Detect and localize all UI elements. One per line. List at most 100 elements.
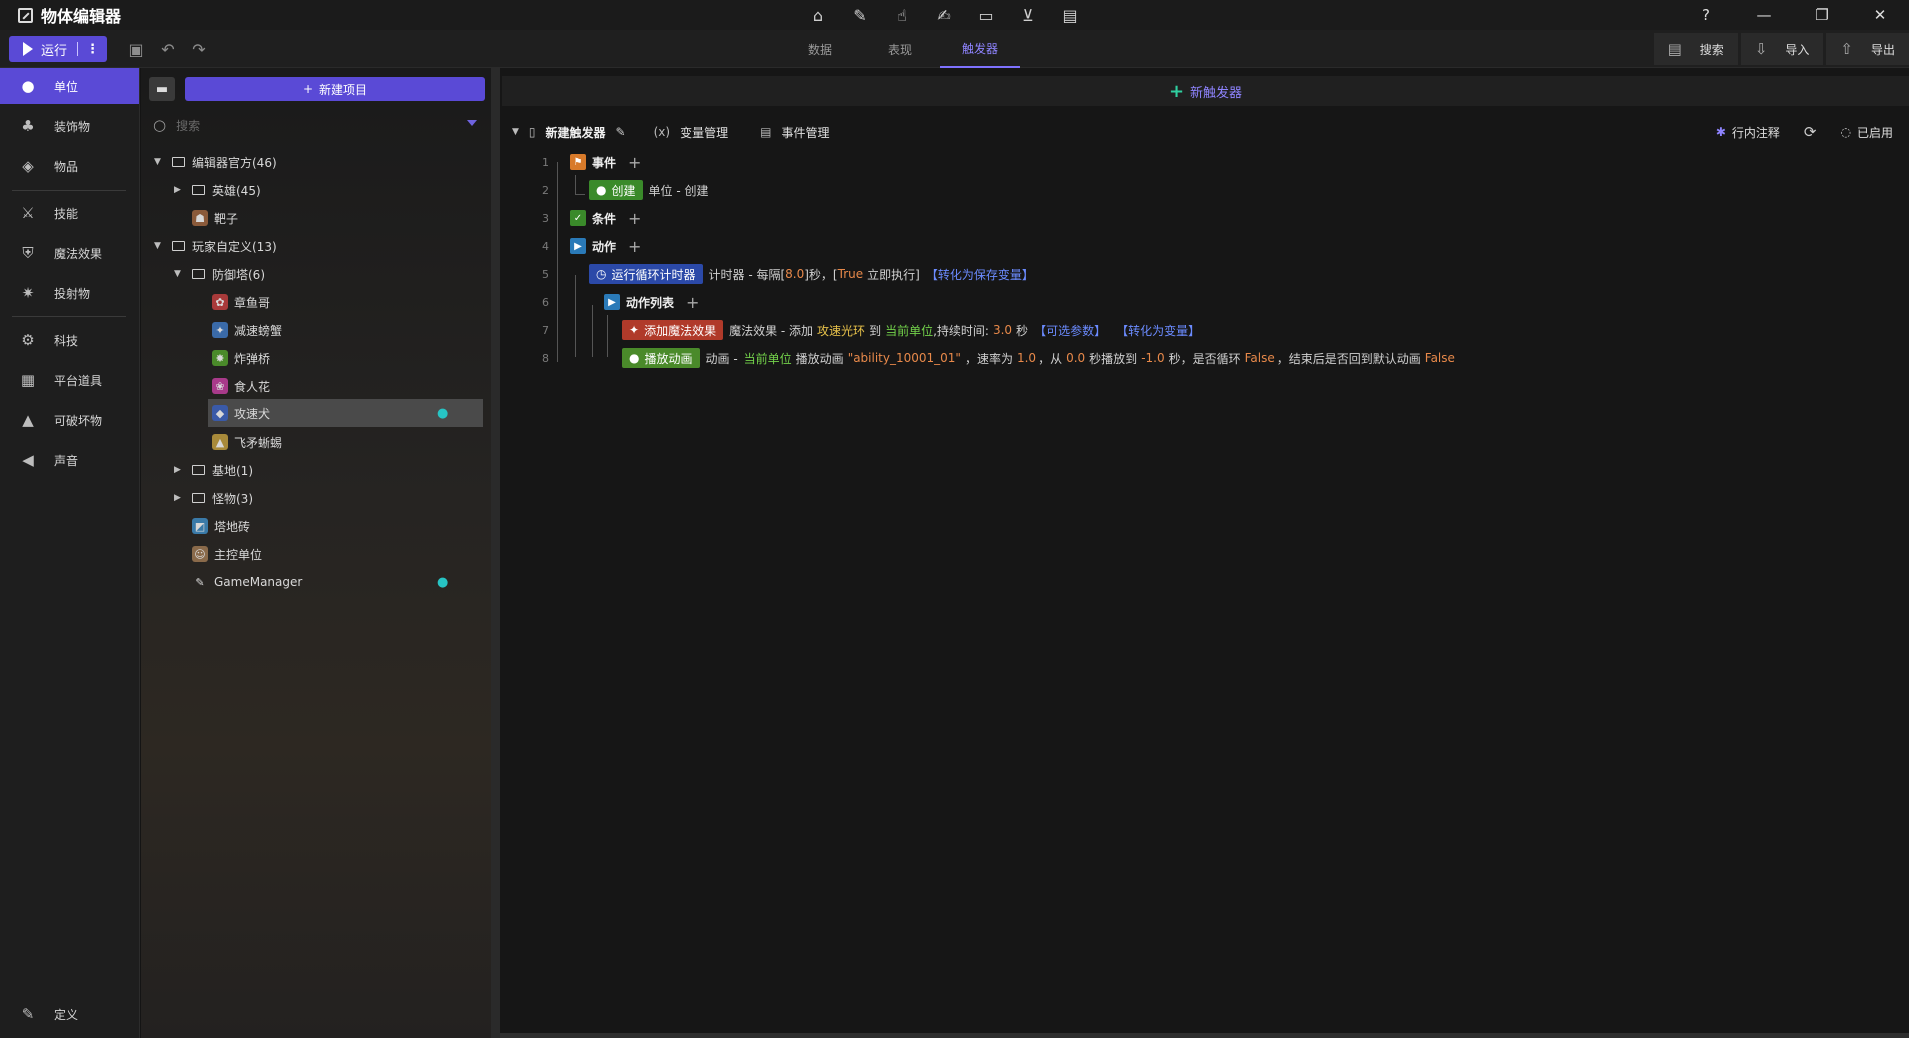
collapsed-caret-icon[interactable]: ▶	[174, 185, 184, 195]
sidebar-item-sound[interactable]: ◀ 声音	[0, 442, 139, 478]
redo-icon[interactable]: ↷	[189, 39, 209, 59]
run-more-icon[interactable]: ⋮	[86, 42, 99, 57]
home-icon[interactable]: ⌂	[808, 5, 828, 25]
run-button[interactable]: 运行 ⋮	[9, 36, 107, 62]
param-value[interactable]: "ability_10001_01"	[848, 351, 961, 365]
tree-item-spear-lizard[interactable]: ▲ 飞矛蜥蜴	[212, 428, 282, 456]
action-tag[interactable]: ● 播放动画	[622, 348, 700, 368]
param-value[interactable]: -1.0	[1141, 351, 1164, 365]
tree-item-piranha-plant[interactable]: ❀ 食人花	[212, 372, 270, 400]
action-tag[interactable]: ✦ 添加魔法效果	[622, 320, 724, 340]
export-button[interactable]: ⇧ 导出	[1826, 33, 1909, 65]
sidebar-item-unit[interactable]: ● 单位	[0, 68, 139, 104]
note-icon[interactable]: ✍	[934, 5, 954, 25]
minimize-icon[interactable]: —	[1735, 0, 1793, 30]
tree-item-target[interactable]: ☗ 靶子	[192, 204, 238, 232]
param-value[interactable]: 1.0	[1017, 351, 1036, 365]
sidebar-item-destructible[interactable]: ▲ 可破坏物	[0, 402, 139, 438]
collapse-caret-icon[interactable]: ▼	[512, 127, 519, 137]
event-manager-button[interactable]: 事件管理	[781, 124, 829, 141]
event-tag[interactable]: ● 创建	[589, 180, 643, 200]
folder-icon[interactable]: ▭	[976, 5, 996, 25]
thumbs-up-icon[interactable]: ●	[437, 406, 448, 421]
param-value[interactable]: 当前单位	[744, 350, 792, 367]
add-action-icon[interactable]: +	[628, 237, 641, 256]
sidebar-item-tech[interactable]: ⚙ 科技	[0, 322, 139, 358]
restore-icon[interactable]: ❐	[1793, 0, 1851, 30]
help-icon[interactable]: ?	[1677, 0, 1735, 30]
add-action-list-icon[interactable]: +	[686, 293, 699, 312]
thumbs-up-icon[interactable]: ●	[437, 575, 448, 590]
param-value[interactable]: 0.0	[1066, 351, 1085, 365]
import-button[interactable]: ⇩ 导入	[1740, 33, 1824, 65]
document-icon[interactable]: ▤	[1060, 5, 1080, 25]
param-value[interactable]: False	[1425, 351, 1455, 365]
action-section[interactable]: ▶ 动作 +	[570, 235, 641, 257]
tree-folder-hero[interactable]: ▶ 英雄(45)	[174, 176, 261, 204]
add-condition-icon[interactable]: +	[628, 209, 641, 228]
collapsed-caret-icon[interactable]: ▶	[174, 493, 184, 503]
condition-section[interactable]: ✓ 条件 +	[570, 207, 641, 229]
sidebar-item-skill[interactable]: ⚔ 技能	[0, 195, 139, 231]
panel-splitter[interactable]	[491, 68, 500, 1038]
hand-icon[interactable]: ☝	[892, 5, 912, 25]
edit-icon[interactable]: ✎	[850, 5, 870, 25]
search-button[interactable]: ▤ 搜索	[1653, 33, 1738, 65]
event-section[interactable]: ⚑ 事件 +	[570, 151, 641, 173]
param-value[interactable]: 8.0	[785, 267, 804, 281]
param-value[interactable]: 当前单位	[885, 322, 933, 339]
folder-button[interactable]: ▬	[149, 77, 175, 101]
collapsed-caret-icon[interactable]: ▶	[174, 465, 184, 475]
inline-comment-toggle[interactable]: ✱ 行内注释	[1716, 124, 1780, 141]
horizontal-scrollbar[interactable]	[500, 1033, 1909, 1038]
action-row-loop-timer[interactable]: ◷ 运行循环计时器 计时器 - 每隔[ 8.0 ]秒，[ True 立即执行] 【…	[589, 263, 1034, 285]
sidebar-item-platform-prop[interactable]: ▦ 平台道具	[0, 362, 139, 398]
tree-item-attack-speed-dog[interactable]: ◆ 攻速犬	[212, 399, 270, 427]
tab-data[interactable]: 数据	[780, 30, 860, 68]
expanded-caret-icon[interactable]: ▼	[154, 157, 164, 167]
convert-to-variable-link[interactable]: 【转化为变量】	[1116, 322, 1200, 339]
sidebar-item-decoration[interactable]: ♣ 装饰物	[0, 108, 139, 144]
action-row-add-magic-effect[interactable]: ✦ 添加魔法效果 魔法效果 - 添加 攻速光环 到 当前单位 ,持续时间: 3.0…	[622, 319, 1200, 341]
action-tag[interactable]: ◷ 运行循环计时器	[589, 264, 703, 284]
tree-folder-monster[interactable]: ▶ 怪物(3)	[174, 484, 253, 512]
save-icon[interactable]: ▣	[126, 39, 146, 59]
search-input[interactable]: 搜索	[176, 117, 200, 134]
tree-item-slow-crab[interactable]: ✦ 减速螃蟹	[212, 316, 282, 344]
sidebar-item-projectile[interactable]: ✷ 投射物	[0, 275, 139, 311]
sidebar-item-define[interactable]: ✎ 定义	[0, 996, 139, 1032]
param-value[interactable]: False	[1245, 351, 1275, 365]
param-value[interactable]: 攻速光环	[817, 322, 865, 339]
param-value[interactable]: 3.0	[993, 323, 1012, 337]
event-row-create[interactable]: ● 创建 单位 - 创建	[589, 179, 708, 201]
tab-trigger[interactable]: 触发器	[940, 30, 1020, 68]
tree-folder-official[interactable]: ▼ 编辑器官方(46)	[154, 148, 277, 176]
tree-item-tower-tile[interactable]: ◩ 塔地砖	[192, 512, 250, 540]
param-value[interactable]: True	[838, 267, 864, 281]
tree-item-bomb-bridge[interactable]: ✸ 炸弹桥	[212, 344, 270, 372]
rename-pencil-icon[interactable]: ✎	[616, 125, 626, 139]
tree-folder-player-custom[interactable]: ▼ 玩家自定义(13)	[154, 232, 277, 260]
tree-item-main-unit[interactable]: ☺ 主控单位	[192, 540, 262, 568]
tree-folder-tower[interactable]: ▼ 防御塔(6)	[174, 260, 265, 288]
sidebar-item-item[interactable]: ◈ 物品	[0, 148, 139, 184]
action-row-play-animation[interactable]: ● 播放动画 动画 - 当前单位 播放动画 "ability_10001_01" …	[622, 347, 1455, 369]
new-trigger-button[interactable]: + 新触发器	[502, 76, 1909, 106]
expanded-caret-icon[interactable]: ▼	[174, 269, 184, 279]
tree-item-octopus[interactable]: ✿ 章鱼哥	[212, 288, 270, 316]
action-list-section[interactable]: ▶ 动作列表 +	[604, 291, 699, 313]
new-item-button[interactable]: + 新建项目	[185, 77, 485, 101]
refresh-icon[interactable]: ⟳	[1804, 123, 1817, 141]
undo-icon[interactable]: ↶	[158, 39, 178, 59]
filter-dropdown-icon[interactable]	[467, 120, 477, 126]
close-icon[interactable]: ✕	[1851, 0, 1909, 30]
tree-item-game-manager[interactable]: ✎ GameManager	[192, 568, 302, 596]
variable-manager-button[interactable]: 变量管理	[680, 124, 728, 141]
sidebar-item-magic-effect[interactable]: ⛨ 魔法效果	[0, 235, 139, 271]
enabled-toggle[interactable]: ◌ 已启用	[1841, 124, 1894, 141]
tree-search[interactable]: ○ 搜索	[149, 114, 477, 136]
convert-to-save-variable-link[interactable]: 【转化为保存变量】	[926, 266, 1034, 283]
trigger-name[interactable]: 新建触发器	[546, 124, 606, 141]
tab-appearance[interactable]: 表现	[860, 30, 940, 68]
optional-params-link[interactable]: 【可选参数】	[1034, 322, 1106, 339]
